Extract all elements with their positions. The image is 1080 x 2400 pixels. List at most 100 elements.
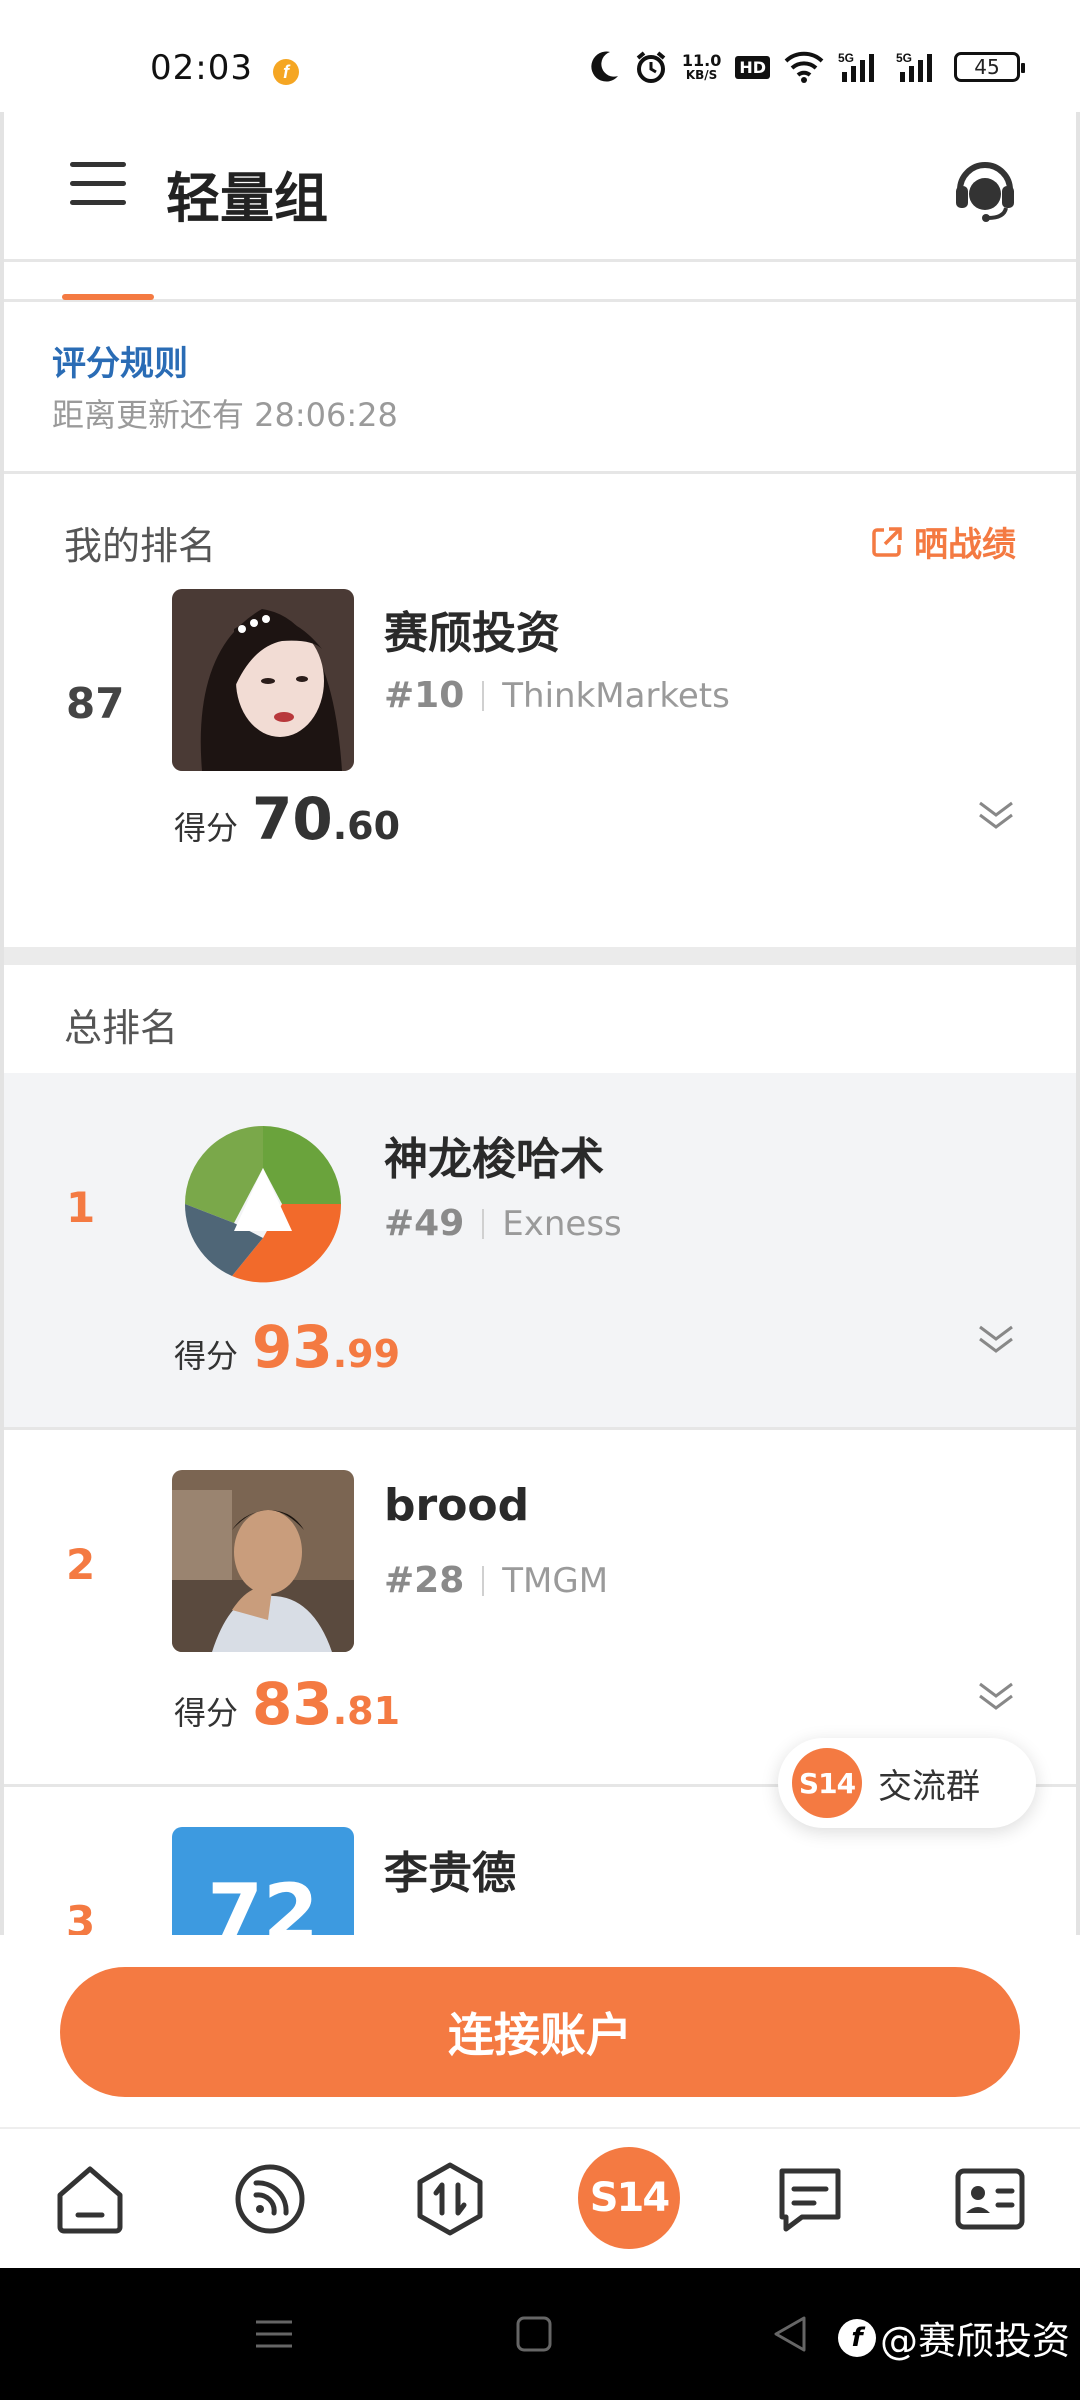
rank-number: 2: [66, 1540, 96, 1589]
broadcast-icon: [235, 2164, 305, 2234]
score-decimal: .60: [332, 804, 401, 848]
status-time: 02:03: [150, 48, 253, 88]
rank-name: brood: [384, 1480, 530, 1531]
score-decimal: .81: [332, 1689, 401, 1733]
bottom-tab-bar: S14: [0, 2127, 1080, 2267]
my-rank-card[interactable]: 87 赛颀投资 #10 ThinkMarkets 得分 70 .60: [4, 577, 1076, 947]
avatar: [172, 1470, 354, 1652]
my-rank-section: 我的排名 晒战绩 87 赛颀投资 #10 ThinkMarkets 得分 70 …: [4, 477, 1076, 957]
tab-s14[interactable]: S14: [578, 2147, 680, 2249]
id-card-icon: [955, 2168, 1025, 2230]
menu-button[interactable]: [70, 162, 126, 208]
status-bar: 02:03 f 11.0 KB/S HD 5G 5G 45: [0, 0, 1080, 112]
tab-messages[interactable]: [770, 2159, 850, 2239]
share-icon: [872, 526, 902, 557]
status-icons: 11.0 KB/S HD 5G 5G 45: [590, 50, 1025, 84]
scoring-rules-link[interactable]: 评分规则: [52, 336, 188, 385]
svg-text:5G: 5G: [838, 51, 854, 65]
score-label: 得分: [174, 809, 239, 847]
my-meta: #10 ThinkMarkets: [384, 675, 730, 716]
tab-home[interactable]: [50, 2159, 130, 2239]
page-title: 轻量组: [166, 167, 328, 230]
svg-text:5G: 5G: [896, 51, 912, 65]
home-icon: [57, 2166, 123, 2234]
rank-number: 3: [66, 1897, 96, 1935]
tab-trade[interactable]: [410, 2159, 490, 2239]
tab-strip: [4, 262, 1076, 302]
menu-icon: [70, 162, 126, 167]
hd-icon: HD: [735, 55, 770, 79]
group-chat-label: 交流群: [878, 1766, 980, 1807]
score-integer: 93: [252, 1313, 333, 1381]
section-divider: [4, 947, 1076, 965]
meta-separator: [482, 1208, 485, 1239]
score-decimal: .99: [332, 1332, 401, 1376]
wifi-icon: [784, 51, 824, 83]
rank-number: 1: [66, 1183, 96, 1232]
my-name: 赛颀投资: [384, 608, 560, 659]
score: 得分 83 .81: [174, 1670, 400, 1738]
rank-name: 李贵德: [384, 1848, 516, 1899]
message-icon: [779, 2168, 841, 2232]
back-icon[interactable]: [770, 2314, 810, 2354]
watermark: f @赛颀投资: [837, 2310, 1070, 2365]
broker: TMGM: [502, 1560, 609, 1601]
page-content: 轻量组 评分规则 距离更新还有 28:06:28 我的排名 晒战绩 87 赛颀投…: [0, 112, 1080, 1935]
moon-icon: [591, 51, 618, 82]
active-tab-indicator: [62, 294, 154, 300]
watermark-logo-icon: f: [837, 2318, 876, 2357]
group-chat-button[interactable]: S14 交流群: [778, 1738, 1036, 1828]
bottom-cta-area: 连接账户: [0, 1935, 1080, 2125]
update-countdown: 距离更新还有 28:06:28: [52, 396, 398, 434]
rank-meta: #49 Exness: [384, 1203, 622, 1244]
avatar-logo: [184, 1126, 342, 1283]
avatar-text: 72: [207, 1867, 319, 1935]
my-score: 得分 70 .60: [174, 785, 400, 853]
alarm-icon: [636, 51, 666, 83]
meta-separator: [482, 1565, 485, 1596]
home-nav-icon[interactable]: [514, 2314, 554, 2354]
chevron-down-icon[interactable]: [976, 1678, 1016, 1714]
customer-service-icon[interactable]: [950, 154, 1020, 224]
share-results-button[interactable]: 晒战绩: [870, 517, 1016, 566]
recents-icon[interactable]: [254, 2314, 294, 2354]
rules-section: 评分规则 距离更新还有 28:06:28: [4, 304, 1076, 474]
rank-row-1[interactable]: 1 神龙梭哈术 #49 Exness 得分 93 .99: [4, 1073, 1076, 1430]
avatar: 72: [172, 1827, 354, 1935]
chevron-down-icon[interactable]: [976, 797, 1016, 833]
app-notification-icon: f: [272, 58, 300, 86]
system-nav-bar: f @赛颀投资: [0, 2268, 1080, 2400]
watermark-text: @赛颀投资: [879, 2319, 1070, 2363]
my-rank-title: 我的排名: [64, 524, 217, 568]
battery-icon: 45: [954, 52, 1025, 82]
signal-5g-icon: 5G: [838, 51, 874, 82]
avatar: [172, 1113, 354, 1295]
score-integer: 83: [252, 1670, 333, 1738]
avatar: [172, 589, 354, 771]
tab-profile[interactable]: [950, 2159, 1030, 2239]
my-rank-number: 87: [66, 679, 125, 728]
account-id: #28: [384, 1560, 465, 1601]
score-integer: 70: [252, 785, 333, 853]
share-label: 晒战绩: [914, 525, 1016, 565]
tab-feed[interactable]: [230, 2159, 310, 2239]
exchange-icon: [417, 2162, 483, 2236]
s14-badge: S14: [792, 1748, 862, 1818]
account-id: #49: [384, 1203, 465, 1244]
broker: Exness: [502, 1203, 622, 1244]
my-account-id: #10: [384, 675, 465, 716]
avatar-photo: [172, 589, 354, 771]
score: 得分 93 .99: [174, 1313, 400, 1381]
score-label: 得分: [174, 1337, 239, 1375]
connect-account-button[interactable]: 连接账户: [60, 1967, 1020, 2097]
total-rank-title: 总排名: [64, 1006, 179, 1050]
rank-row-2[interactable]: 2 brood #28 TMGM 得分 83 .81: [4, 1430, 1076, 1787]
app-header: 轻量组: [4, 112, 1076, 262]
avatar-photo: [172, 1470, 354, 1652]
chevron-down-icon[interactable]: [976, 1321, 1016, 1357]
my-broker: ThinkMarkets: [502, 675, 730, 716]
rank-meta: #28 TMGM: [384, 1560, 608, 1601]
score-label: 得分: [174, 1694, 239, 1732]
net-speed: 11.0 KB/S: [681, 50, 722, 82]
signal-5g-icon-2: 5G: [896, 51, 932, 82]
